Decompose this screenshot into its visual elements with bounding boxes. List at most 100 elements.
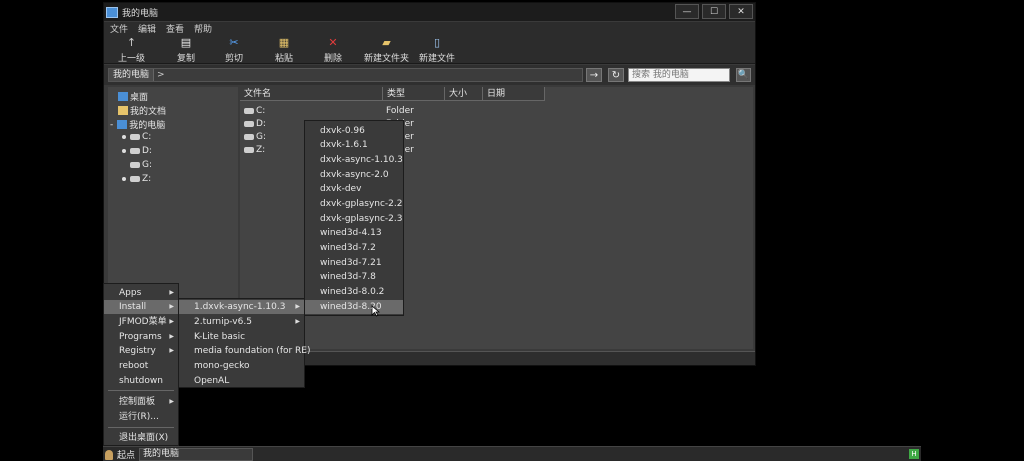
- folder-icon: ▰: [382, 36, 391, 49]
- breadcrumb-separator[interactable]: >: [154, 70, 168, 80]
- expand-dot-icon[interactable]: [122, 149, 126, 153]
- taskbar: 起点 我的电脑 H: [103, 446, 921, 461]
- tree-item-desktop[interactable]: 桌面: [118, 90, 148, 103]
- tray-app-icon[interactable]: H: [909, 449, 919, 459]
- file-icon: ▯: [433, 36, 441, 49]
- column-name[interactable]: 文件名: [240, 87, 383, 101]
- menu-separator: [108, 427, 174, 428]
- start-item-jfmod[interactable]: JFMOD菜单 ▶: [104, 315, 178, 329]
- start-item-exit[interactable]: 退出桌面(X): [104, 431, 178, 445]
- menu-item-dxvk-async[interactable]: 1.dxvk-async-1.10.3 ▶: [179, 300, 304, 314]
- tree-item-drive-g[interactable]: G:: [130, 160, 152, 170]
- start-item-reboot[interactable]: reboot: [104, 359, 178, 373]
- menu-item-k-lite[interactable]: K-Lite basic: [179, 330, 304, 344]
- menu-item-dxvk-dev[interactable]: dxvk-dev: [305, 182, 403, 196]
- install-submenu: 1.dxvk-async-1.10.3 ▶ 2.turnip-v6.5 ▶ K-…: [178, 298, 311, 388]
- column-type[interactable]: 类型: [383, 87, 445, 101]
- drive-icon: [244, 120, 254, 127]
- delete-x-icon: ✕: [328, 36, 338, 49]
- toolbar: ↑ 上一级 ▤ 复制 ✂ 剪切 ▦ 粘贴 ✕ 删除 ▰ 新建文件夹 ▯ 新建文件: [104, 35, 755, 64]
- menu-item-mono-gecko[interactable]: mono-gecko: [179, 359, 304, 373]
- computer-icon: [106, 6, 118, 18]
- menu-view[interactable]: 查看: [166, 22, 184, 35]
- computer-icon: [117, 120, 128, 129]
- start-menu: Apps ▶ Install ▶ JFMOD菜单 ▶ Programs ▶ Re…: [103, 283, 179, 446]
- menu-item-dxvk-async-2-0[interactable]: dxvk-async-2.0: [305, 168, 403, 182]
- desktop-icon: [118, 92, 128, 101]
- tree-item-drive-z[interactable]: Z:: [122, 174, 151, 184]
- menu-item-media-foundation[interactable]: media foundation (for RE): [179, 344, 311, 358]
- menu-help[interactable]: 帮助: [194, 22, 212, 35]
- close-button[interactable]: ✕: [729, 4, 753, 19]
- submenu-arrow-icon: ▶: [169, 347, 174, 354]
- menu-item-openal[interactable]: OpenAL: [179, 374, 304, 388]
- file-row[interactable]: C: Folder: [240, 104, 500, 117]
- cut-button[interactable]: ✂ 剪切: [225, 37, 243, 65]
- menu-item-dxvk-0-96[interactable]: dxvk-0.96: [305, 124, 403, 138]
- clipboard-icon: ▦: [278, 36, 290, 49]
- menu-item-dxvk-gplasync-2-2[interactable]: dxvk-gplasync-2.2: [305, 197, 403, 211]
- tree-item-computer[interactable]: - 我的电脑: [110, 118, 165, 132]
- documents-icon: [118, 106, 128, 115]
- menu-file[interactable]: 文件: [110, 22, 128, 35]
- start-item-control-panel[interactable]: 控制面板 ▶: [104, 395, 178, 409]
- up-button[interactable]: ↑ 上一级: [118, 37, 145, 65]
- menu-item-dxvk-1-6-1[interactable]: dxvk-1.6.1: [305, 138, 403, 152]
- copy-icon: ▤: [180, 36, 192, 49]
- drive-icon: [244, 133, 254, 140]
- drive-icon: [130, 162, 140, 168]
- start-person-icon: [105, 449, 113, 460]
- search-icon[interactable]: 🔍: [736, 68, 751, 82]
- menu-bar: 文件 编辑 查看 帮助: [104, 22, 755, 35]
- address-bar: 我的电脑 > → ↻ 🔍: [104, 65, 755, 85]
- start-item-programs[interactable]: Programs ▶: [104, 330, 178, 344]
- tree-item-documents[interactable]: 我的文档: [118, 104, 166, 117]
- title-bar[interactable]: 我的电脑 — ☐ ✕: [104, 3, 755, 21]
- copy-button[interactable]: ▤ 复制: [177, 36, 195, 65]
- paste-button[interactable]: ▦ 粘贴: [275, 36, 293, 65]
- submenu-arrow-icon: ▶: [169, 333, 174, 340]
- start-item-install[interactable]: Install ▶: [104, 300, 178, 314]
- menu-item-wined3d-4-13[interactable]: wined3d-4.13: [305, 226, 403, 240]
- search-input[interactable]: [628, 68, 730, 82]
- refresh-button[interactable]: ↻: [608, 68, 624, 82]
- start-button[interactable]: 起点: [105, 448, 139, 461]
- expand-dot-icon[interactable]: [122, 135, 126, 139]
- start-item-registry[interactable]: Registry ▶: [104, 344, 178, 358]
- menu-item-wined3d-7-8[interactable]: wined3d-7.8: [305, 270, 403, 284]
- column-date[interactable]: 日期: [483, 87, 545, 101]
- start-item-apps[interactable]: Apps ▶: [104, 286, 178, 300]
- menu-item-wined3d-7-2[interactable]: wined3d-7.2: [305, 241, 403, 255]
- drive-icon: [244, 107, 254, 114]
- expand-dot-icon[interactable]: [122, 177, 126, 181]
- submenu-arrow-icon: ▶: [169, 289, 174, 296]
- drive-icon: [130, 134, 140, 140]
- go-button[interactable]: →: [586, 68, 602, 82]
- submenu-arrow-icon: ▶: [295, 318, 300, 325]
- tree-item-drive-c[interactable]: C:: [122, 132, 151, 142]
- menu-item-dxvk-gplasync-2-3[interactable]: dxvk-gplasync-2.3: [305, 212, 403, 226]
- breadcrumb-computer[interactable]: 我的电脑: [109, 69, 155, 81]
- start-item-run[interactable]: 运行(R)...: [104, 410, 178, 424]
- menu-separator: [108, 390, 174, 391]
- menu-item-wined3d-7-21[interactable]: wined3d-7.21: [305, 256, 403, 270]
- breadcrumb[interactable]: 我的电脑 >: [108, 68, 583, 82]
- menu-edit[interactable]: 编辑: [138, 22, 156, 35]
- submenu-arrow-icon: ▶: [169, 303, 174, 310]
- delete-button[interactable]: ✕ 删除: [324, 36, 342, 65]
- new-folder-button[interactable]: ▰ 新建文件夹: [364, 36, 409, 65]
- window-title: 我的电脑: [122, 8, 159, 19]
- menu-item-turnip[interactable]: 2.turnip-v6.5 ▶: [179, 315, 304, 329]
- new-file-button[interactable]: ▯ 新建文件: [419, 36, 455, 65]
- tree-item-drive-d[interactable]: D:: [122, 146, 152, 156]
- maximize-button[interactable]: ☐: [702, 4, 726, 19]
- start-item-shutdown[interactable]: shutdown: [104, 374, 178, 388]
- taskbar-item-computer[interactable]: 我的电脑: [139, 448, 253, 461]
- submenu-arrow-icon: ▶: [169, 318, 174, 325]
- menu-item-wined3d-8-20[interactable]: wined3d-8.20: [305, 300, 403, 314]
- collapse-toggle[interactable]: -: [110, 120, 113, 130]
- menu-item-wined3d-8-0-2[interactable]: wined3d-8.0.2: [305, 285, 403, 299]
- menu-item-dxvk-async-1-10-3[interactable]: dxvk-async-1.10.3: [305, 153, 403, 167]
- minimize-button[interactable]: —: [675, 4, 699, 19]
- column-size[interactable]: 大小: [445, 87, 483, 101]
